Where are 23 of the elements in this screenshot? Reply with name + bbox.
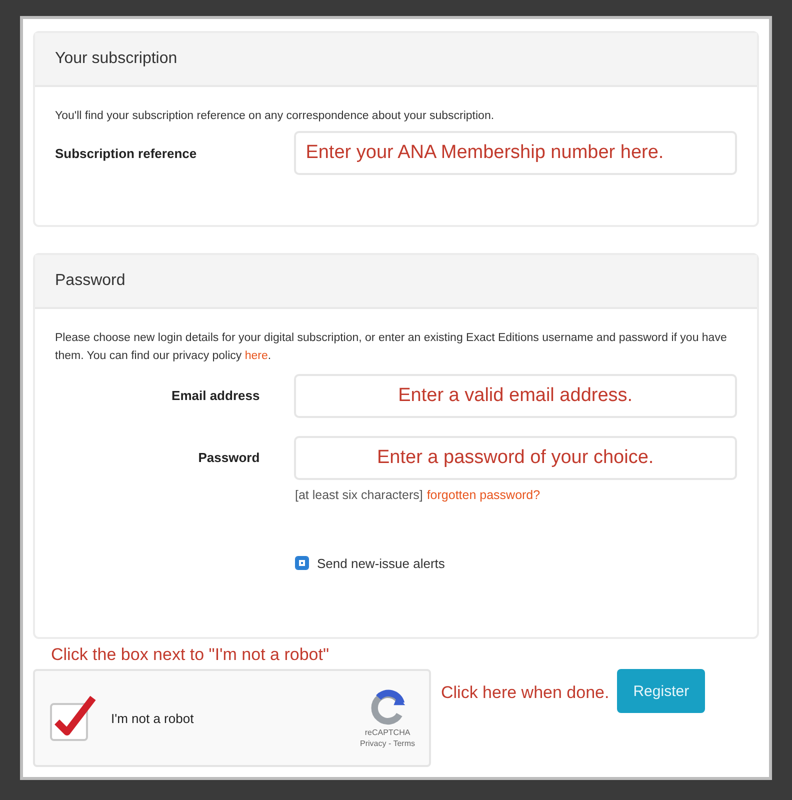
checkbox-label: Send new-issue alerts — [317, 556, 445, 571]
captcha-label: I'm not a robot — [111, 710, 195, 726]
hint-text: [at least six characters] — [295, 488, 423, 502]
field-label: Email address — [170, 388, 260, 404]
input-field[interactable]: Enter a valid email address. — [294, 374, 737, 418]
field-label: Subscription reference — [55, 146, 198, 161]
panel-title: Password — [55, 272, 126, 290]
forgotten-password-link[interactable]: forgotten password? — [426, 488, 540, 502]
register-button[interactable]: Register — [617, 669, 706, 713]
captcha-instruction: Click the box next to "I'm not a robot" — [51, 645, 330, 665]
privacy-terms-links[interactable]: Privacy - Terms — [360, 739, 415, 748]
intro-text: Please choose new login details for your digital subscription, or enter an existing Exact Editions username and password if you have them. You can find our privacy policy here. — [55, 331, 728, 364]
field-label: Password — [197, 450, 260, 466]
checkbox[interactable] — [295, 556, 309, 570]
brand-text: reCAPTCHA — [364, 728, 410, 737]
recaptcha-logo-icon — [368, 688, 407, 726]
intro-text: You'll find your subscription reference on any correspondence about your subscription. — [55, 109, 496, 124]
panel-title: Your subscription — [55, 50, 178, 68]
input-field[interactable]: Enter a password of your choice. — [294, 436, 737, 480]
privacy-link[interactable]: here — [244, 350, 268, 362]
register-instruction: Click here when done. — [441, 683, 610, 703]
captcha-checkbox[interactable] — [49, 694, 97, 742]
subscription-reference-field[interactable]: Enter your ANA Membership number here. — [294, 131, 737, 176]
